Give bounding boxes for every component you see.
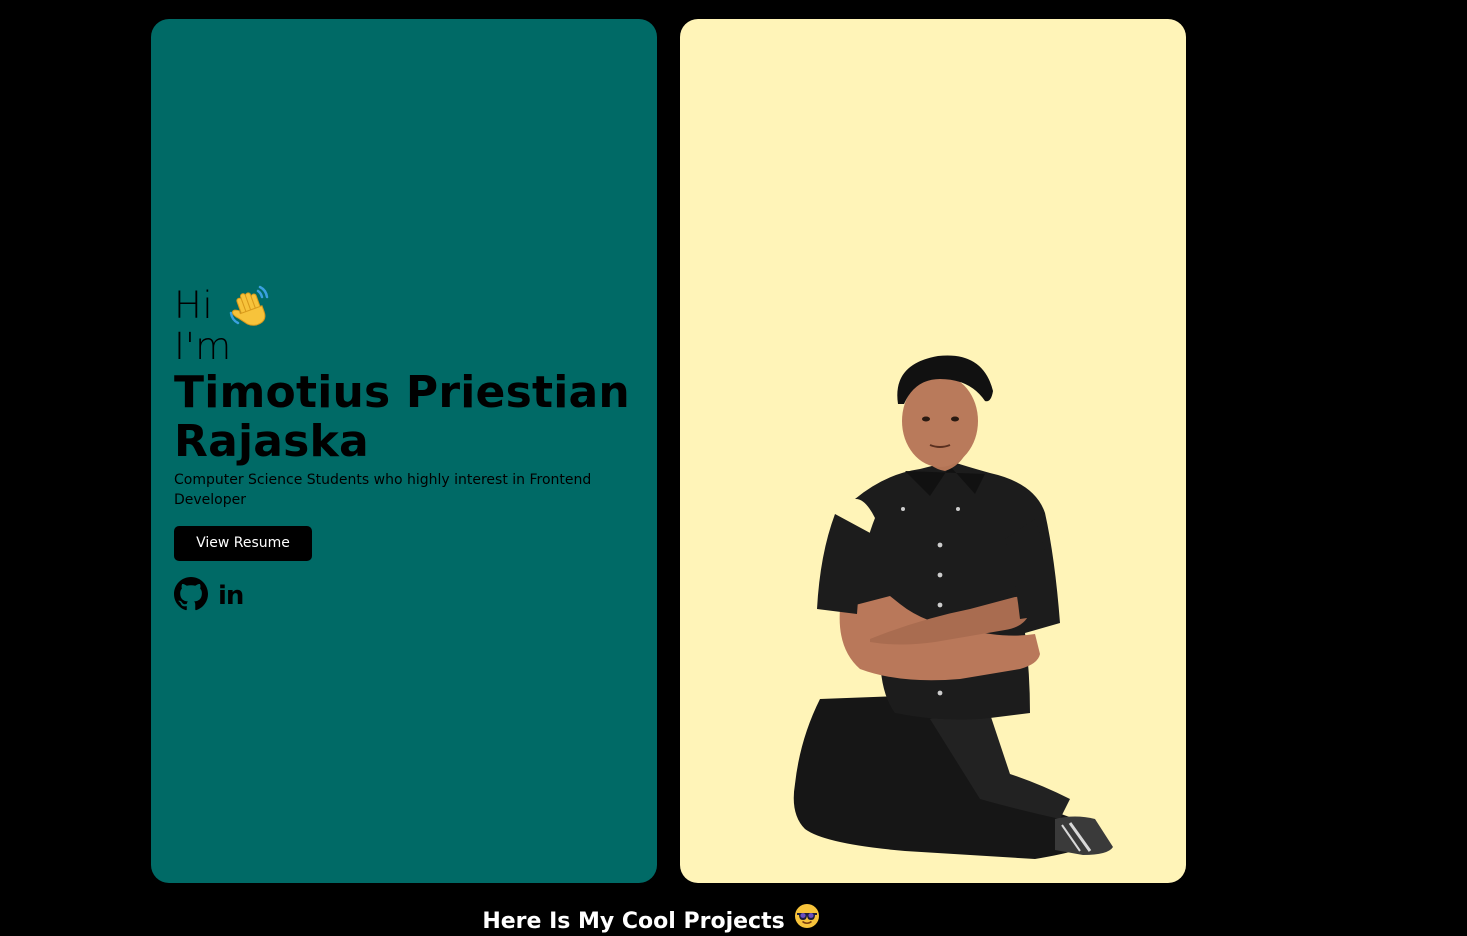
im-text: I'm bbox=[174, 325, 232, 368]
linkedin-link[interactable]: in bbox=[218, 581, 244, 611]
intro-section: Hi I'm Timotius Priestian Rajaska Comput… bbox=[174, 285, 644, 615]
sunglasses-face-icon bbox=[793, 902, 821, 936]
waving-hand-icon bbox=[227, 283, 273, 329]
projects-heading: Here Is My Cool Projects bbox=[0, 902, 1303, 936]
github-icon bbox=[174, 577, 208, 615]
intro-card: Hi I'm Timotius Priestian Rajaska Comput… bbox=[151, 19, 657, 883]
greeting-text: Hi bbox=[174, 284, 214, 327]
greeting-line: Hi bbox=[174, 285, 644, 326]
photo-card bbox=[680, 19, 1186, 883]
person-name: Timotius Priestian Rajaska bbox=[174, 367, 630, 467]
profile-photo bbox=[793, 355, 1113, 859]
linkedin-icon: in bbox=[218, 581, 244, 611]
view-resume-button[interactable]: View Resume bbox=[174, 526, 312, 561]
github-link[interactable] bbox=[174, 577, 208, 615]
tagline: Computer Science Students who highly int… bbox=[174, 472, 592, 508]
portfolio-page: Hi I'm Timotius Priestian Rajaska Comput… bbox=[0, 0, 1467, 936]
projects-heading-text: Here Is My Cool Projects bbox=[482, 908, 785, 934]
social-links: in bbox=[174, 577, 644, 615]
